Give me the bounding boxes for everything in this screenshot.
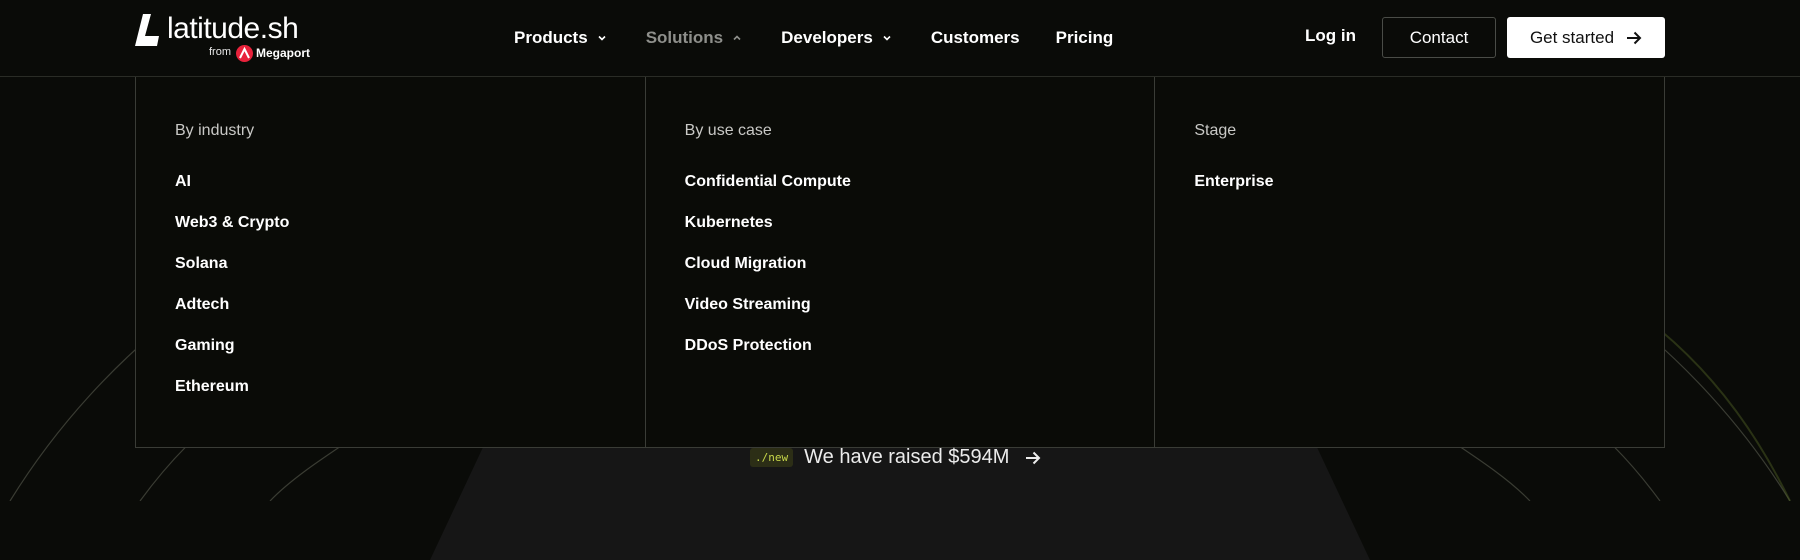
column-title: Stage (1194, 122, 1237, 139)
chevron-down-icon (598, 35, 606, 41)
nav-solutions[interactable]: Solutions (646, 28, 741, 48)
menu-link-gaming[interactable]: Gaming (175, 336, 289, 377)
arrow-right-icon (1627, 31, 1642, 44)
column-by-use-case: By use case Confidential Compute Kuberne… (646, 76, 1156, 447)
chevron-up-icon (733, 35, 741, 41)
menu-link-confidential-compute[interactable]: Confidential Compute (685, 172, 851, 213)
industry-list: AI Web3 & Crypto Solana Adtech Gaming Et… (175, 172, 289, 418)
main-menu: Products Solutions Developers Customers … (514, 0, 1153, 76)
nav-products[interactable]: Products (514, 28, 606, 48)
column-by-industry: By industry AI Web3 & Crypto Solana Adte… (136, 76, 646, 447)
new-badge: ./new (750, 448, 794, 467)
nav-developers-label: Developers (781, 28, 873, 47)
menu-link-web3-crypto[interactable]: Web3 & Crypto (175, 213, 289, 254)
stage-list: Enterprise (1194, 172, 1273, 213)
column-stage: Stage Enterprise (1155, 76, 1664, 447)
contact-button-label: Contact (1409, 27, 1469, 47)
menu-link-kubernetes[interactable]: Kubernetes (685, 213, 851, 254)
login-link[interactable]: Log in (1305, 26, 1356, 46)
nav-pricing[interactable]: Pricing (1056, 28, 1114, 48)
funding-announcement[interactable]: ./new We have raised $594M (750, 446, 1041, 469)
nav-pricing-label: Pricing (1055, 28, 1114, 47)
nav-customers[interactable]: Customers (931, 28, 1020, 48)
menu-link-video-streaming[interactable]: Video Streaming (685, 295, 851, 336)
menu-link-ai[interactable]: AI (175, 172, 289, 213)
use-case-list: Confidential Compute Kubernetes Cloud Mi… (685, 172, 851, 377)
brand-from: from (209, 46, 231, 58)
menu-link-solana[interactable]: Solana (175, 254, 289, 295)
nav-customers-label: Customers (930, 28, 1020, 47)
menu-link-cloud-migration[interactable]: Cloud Migration (685, 254, 851, 295)
column-title: By industry (175, 122, 255, 139)
menu-link-enterprise[interactable]: Enterprise (1194, 172, 1273, 213)
brand-name: latitude.sh (167, 12, 299, 45)
arrow-right-icon (1026, 451, 1041, 464)
get-started-label: Get started (1529, 27, 1615, 47)
get-started-button[interactable]: Get started (1507, 17, 1665, 58)
contact-button[interactable]: Contact (1382, 17, 1496, 58)
announcement-text: We have raised $594M (804, 446, 1010, 468)
chevron-down-icon (883, 35, 891, 41)
menu-link-ddos-protection[interactable]: DDoS Protection (685, 336, 851, 377)
column-title: By use case (684, 122, 772, 139)
top-navbar: latitude.sh from Megaport Products Solut… (0, 0, 1800, 77)
solutions-dropdown: By industry AI Web3 & Crypto Solana Adte… (135, 76, 1665, 448)
nav-solutions-label: Solutions (645, 28, 724, 47)
brand-partner: Megaport (256, 46, 310, 60)
menu-link-ethereum[interactable]: Ethereum (175, 377, 289, 418)
latitude-logo-icon (135, 14, 159, 46)
brand-logo[interactable]: latitude.sh from Megaport (135, 12, 310, 64)
megaport-logo-icon (236, 45, 253, 62)
nav-developers[interactable]: Developers (781, 28, 891, 48)
nav-products-label: Products (514, 28, 588, 47)
menu-link-adtech[interactable]: Adtech (175, 295, 289, 336)
